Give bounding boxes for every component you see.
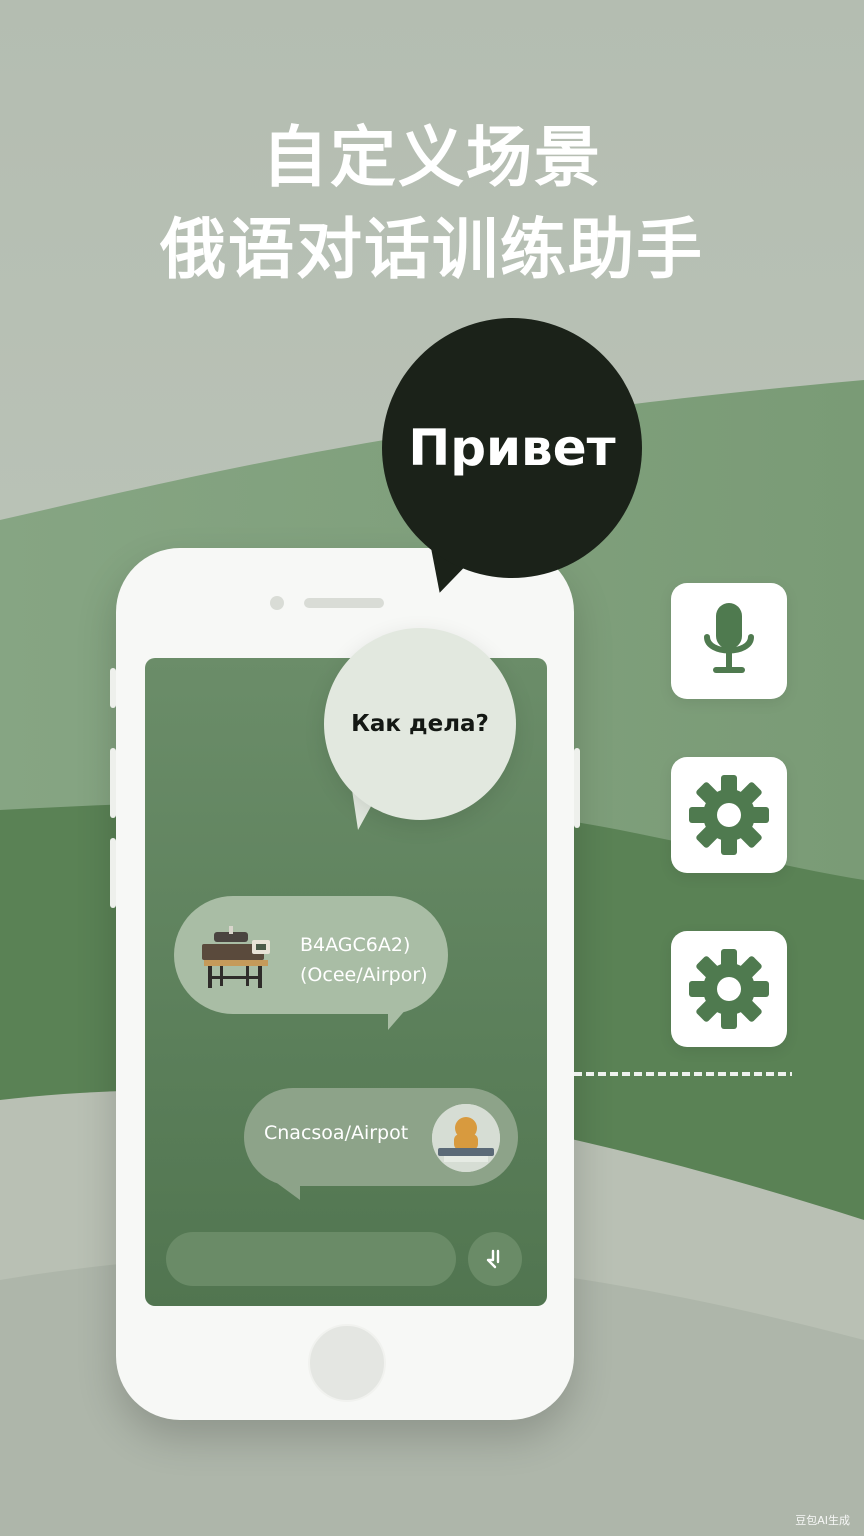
avatar <box>432 1104 500 1172</box>
message-2-text: Cnacsoa/Airpot <box>264 1122 409 1144</box>
phone-side-button <box>110 668 116 708</box>
headline-line-2: 俄语对话训练助手 <box>160 211 704 288</box>
gear-icon <box>689 775 769 855</box>
greeting-bubble: Привет <box>382 318 642 578</box>
watermark: 豆包AI生成 <box>795 1514 850 1527</box>
microphone-icon <box>704 603 754 673</box>
phone-power-button <box>574 748 580 828</box>
office-desk-icon <box>202 926 270 988</box>
question-text: Как дела? <box>351 711 489 737</box>
gear-icon <box>689 949 769 1029</box>
send-icon <box>486 1249 500 1269</box>
home-button[interactable] <box>308 1324 386 1402</box>
phone-camera <box>270 596 284 610</box>
message-1-text: B4AGC6A2) (Ocee/Airpor) <box>300 930 428 990</box>
send-button[interactable] <box>468 1232 522 1286</box>
greeting-text: Привет <box>408 419 616 477</box>
question-bubble: Как дела? <box>324 628 516 820</box>
phone-volume-down <box>110 838 116 908</box>
phone-volume-up <box>110 748 116 818</box>
message-1-line-1: B4AGC6A2) <box>300 934 411 956</box>
message-input[interactable] <box>166 1232 456 1286</box>
settings-button-2[interactable] <box>671 931 787 1047</box>
person-avatar-icon <box>432 1104 500 1172</box>
dashed-divider <box>574 1072 792 1076</box>
microphone-button[interactable] <box>671 583 787 699</box>
phone-speaker <box>304 598 384 608</box>
settings-button[interactable] <box>671 757 787 873</box>
message-1-line-2: (Ocee/Airpor) <box>300 964 428 986</box>
headline-line-1: 自定义场景 <box>262 119 602 196</box>
